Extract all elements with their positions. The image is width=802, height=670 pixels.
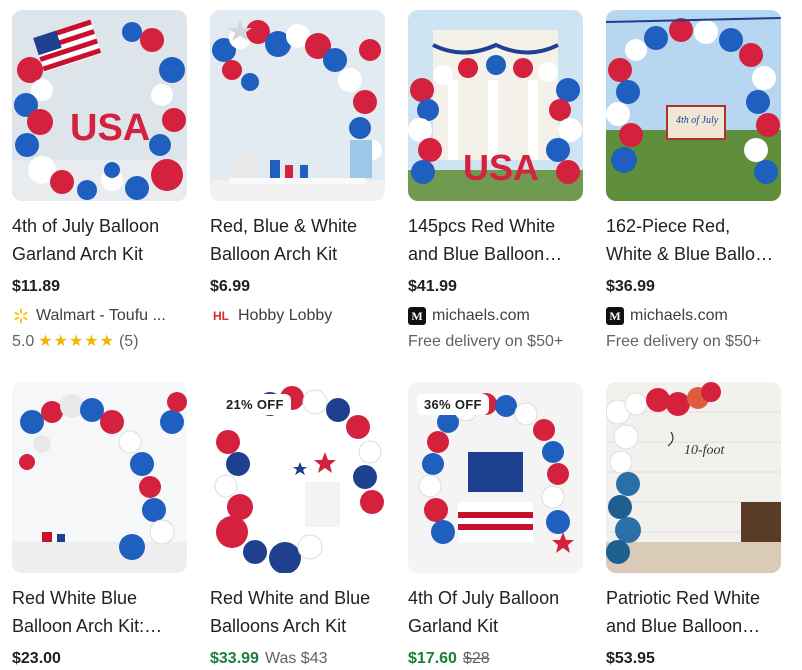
balloon-arch-brick-wall-photo: 10-foot bbox=[606, 382, 781, 573]
product-grid: USA 4th of July Balloon Garland Arch Kit… bbox=[12, 10, 792, 670]
merchant: Walmart - Toufu ... bbox=[12, 305, 187, 327]
merchant-name: Walmart - Toufu ... bbox=[36, 307, 166, 324]
balloon-arch-confetti-photo bbox=[12, 382, 187, 573]
price-row: $23.00 bbox=[12, 648, 187, 670]
balloon-arch-lawn-photo: 4th of July bbox=[606, 10, 781, 201]
product-image-7[interactable]: 36% OFF bbox=[408, 382, 583, 573]
product-image-5[interactable] bbox=[12, 382, 187, 573]
product-card-3[interactable]: USA 145pcs Red White and Blue Balloon Ga… bbox=[408, 10, 583, 382]
price-row: $41.99 bbox=[408, 276, 583, 298]
product-title[interactable]: Red, Blue & White Balloon Arch Kit bbox=[210, 212, 385, 268]
delivery-info: Free delivery on $50+ bbox=[606, 333, 762, 350]
price-row: $17.60 $28 bbox=[408, 648, 583, 670]
product-title[interactable]: 162-Piece Red, White & Blue Balloon Garl… bbox=[606, 212, 781, 268]
product-title[interactable]: 145pcs Red White and Blue Balloon Garlan… bbox=[408, 212, 583, 268]
rating: 5.0 ★★★★★ (5) bbox=[12, 331, 187, 353]
price-row: $11.89 bbox=[12, 276, 187, 298]
merchant: M michaels.com bbox=[606, 305, 781, 327]
star-rating-icon: ★★★★★ bbox=[38, 333, 115, 350]
discount-badge: 36% OFF bbox=[417, 394, 489, 415]
merchant-name: Hobby Lobby bbox=[238, 307, 333, 324]
discount-badge: 21% OFF bbox=[219, 394, 291, 415]
review-count: (5) bbox=[118, 333, 139, 350]
price: $36.99 bbox=[606, 278, 655, 295]
michaels-icon: M bbox=[408, 307, 426, 325]
svg-text:4th of July: 4th of July bbox=[676, 115, 719, 126]
rating-value: 5.0 bbox=[12, 333, 35, 350]
merchant: HL Hobby Lobby bbox=[210, 305, 385, 327]
product-title[interactable]: Red White Blue Balloon Arch Kit: Confett… bbox=[12, 584, 187, 640]
price: $6.99 bbox=[210, 278, 251, 295]
product-image-4[interactable]: 4th of July bbox=[606, 10, 781, 201]
product-card-1[interactable]: USA 4th of July Balloon Garland Arch Kit… bbox=[12, 10, 187, 382]
product-card-7[interactable]: 36% OFF 4th Of July Balloon Garland Kit … bbox=[408, 382, 583, 670]
product-image-1[interactable]: USA bbox=[12, 10, 187, 201]
walmart-spark-icon bbox=[12, 307, 30, 325]
price-row: $53.95 bbox=[606, 648, 781, 670]
product-card-8[interactable]: 10-foot Patriotic Red White and Blue Bal… bbox=[606, 382, 781, 670]
product-card-6[interactable]: 21% OFF Red White and Blue Balloons Arch… bbox=[210, 382, 385, 670]
balloon-arch-table-photo bbox=[210, 10, 385, 201]
product-image-8[interactable]: 10-foot bbox=[606, 382, 781, 573]
merchant-name: michaels.com bbox=[432, 307, 530, 324]
merchant-name: michaels.com bbox=[630, 307, 728, 324]
balloon-arch-house-photo: USA bbox=[408, 10, 583, 201]
price: $53.95 bbox=[606, 650, 655, 667]
balloon-garland-usa-photo: USA bbox=[12, 10, 187, 201]
product-card-4[interactable]: 4th of July 162-Piece Red, White & Blue … bbox=[606, 10, 781, 382]
price-row: $36.99 bbox=[606, 276, 781, 298]
merchant: M michaels.com bbox=[408, 305, 583, 327]
original-price: $28 bbox=[462, 650, 490, 667]
product-card-5[interactable]: Red White Blue Balloon Arch Kit: Confett… bbox=[12, 382, 187, 670]
price: $23.00 bbox=[12, 650, 61, 667]
product-title[interactable]: 4th of July Balloon Garland Arch Kit bbox=[12, 212, 187, 268]
product-card-2[interactable]: Red, Blue & White Balloon Arch Kit $6.99… bbox=[210, 10, 385, 382]
sale-price: $33.99 bbox=[210, 650, 259, 667]
hobby-lobby-icon: HL bbox=[213, 309, 229, 323]
was-price: Was $43 bbox=[264, 650, 328, 667]
sale-price: $17.60 bbox=[408, 650, 457, 667]
product-title[interactable]: Patriotic Red White and Blue Balloon Arc… bbox=[606, 584, 781, 640]
michaels-icon: M bbox=[606, 307, 624, 325]
product-title[interactable]: Red White and Blue Balloons Arch Kit bbox=[210, 584, 385, 640]
product-image-2[interactable] bbox=[210, 10, 385, 201]
delivery-info: Free delivery on $50+ bbox=[408, 333, 564, 350]
price-row: $33.99 Was $43 bbox=[210, 648, 385, 670]
price-row: $6.99 bbox=[210, 276, 385, 298]
product-image-6[interactable]: 21% OFF bbox=[210, 382, 385, 573]
svg-text:USA: USA bbox=[70, 107, 150, 149]
price: $41.99 bbox=[408, 278, 457, 295]
arch-size-annotation: 10-foot bbox=[684, 443, 726, 458]
product-image-3[interactable]: USA bbox=[408, 10, 583, 201]
svg-text:USA: USA bbox=[463, 147, 539, 188]
price: $11.89 bbox=[12, 278, 61, 295]
product-title[interactable]: 4th Of July Balloon Garland Kit bbox=[408, 584, 583, 640]
